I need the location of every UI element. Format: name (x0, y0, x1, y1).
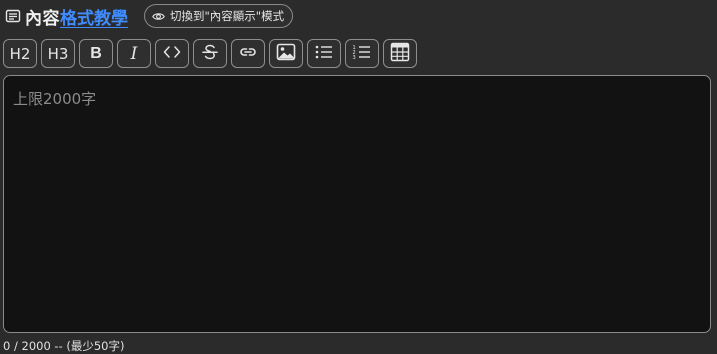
italic-button[interactable]: I (117, 39, 151, 68)
header: 內容 格式教學 切換到"內容顯示"模式 (4, 3, 294, 29)
switch-display-mode-button[interactable]: 切換到"內容顯示"模式 (144, 4, 294, 28)
formatting-toolbar: H2 H3 B I 1 2 3 (3, 39, 421, 68)
eye-icon (152, 10, 165, 23)
format-tutorial-link[interactable]: 格式教學 (60, 4, 128, 29)
svg-text:3: 3 (353, 54, 356, 59)
numbered-list-button[interactable]: 1 2 3 (345, 39, 379, 68)
table-icon (390, 42, 410, 66)
heading2-button[interactable]: H2 (3, 39, 37, 68)
heading3-button[interactable]: H3 (41, 39, 75, 68)
bullet-list-icon (314, 44, 334, 64)
switch-display-mode-label: 切換到"內容顯示"模式 (170, 9, 285, 23)
content-title: 內容 (25, 8, 60, 29)
strikethrough-icon (201, 43, 219, 65)
character-counter: 0 / 2000 -- (最少50字) (3, 339, 125, 353)
link-button[interactable] (231, 39, 265, 68)
code-button[interactable] (155, 39, 189, 68)
image-icon (276, 43, 296, 65)
numbered-list-icon: 1 2 3 (352, 44, 372, 64)
content-editor[interactable] (3, 75, 711, 333)
notes-icon (4, 7, 22, 25)
strikethrough-button[interactable] (193, 39, 227, 68)
bullet-list-button[interactable] (307, 39, 341, 68)
link-icon (238, 45, 258, 63)
table-button[interactable] (383, 39, 417, 68)
bold-button[interactable]: B (79, 39, 113, 68)
code-icon (163, 45, 181, 63)
image-button[interactable] (269, 39, 303, 68)
